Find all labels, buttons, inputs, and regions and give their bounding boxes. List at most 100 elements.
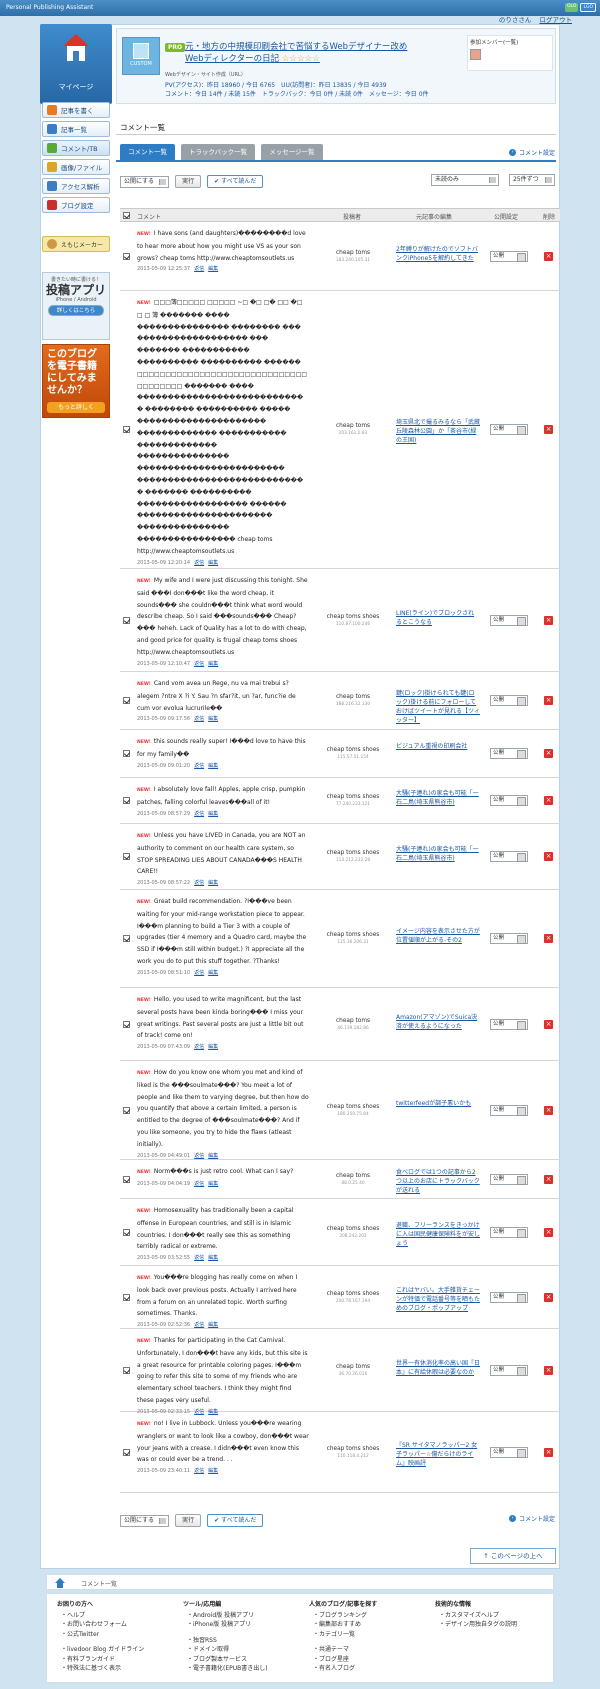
reply-link[interactable]: 返信 [194,763,204,769]
row-checkbox[interactable] [123,1229,130,1236]
publish-select[interactable]: 公開 [490,1174,528,1185]
reply-link[interactable]: 返信 [194,1322,204,1328]
row-checkbox[interactable] [123,697,130,704]
read-all-button-bottom[interactable]: ✔ すべて読んだ [207,1514,264,1527]
publish-select[interactable]: 公開 [490,1365,528,1376]
publish-select[interactable]: 公開 [490,1019,528,1030]
delete-icon[interactable]: × [544,934,553,943]
edit-link[interactable]: 編集 [208,880,218,886]
reply-link[interactable]: 返信 [194,1181,204,1187]
edit-link[interactable]: 編集 [208,1153,218,1159]
source-article-link[interactable]: 『SR サイタマノラッパー2 女子ラッパー☆傷だらけのライム』映画評 [396,1441,480,1468]
sidebar-item-analytics[interactable]: アクセス解析 [42,178,110,194]
reply-link[interactable]: 返信 [194,661,204,667]
reply-link[interactable]: 返信 [194,266,204,272]
comment-settings-link-bottom[interactable]: › コメント設定 [508,1514,555,1523]
edit-link[interactable]: 編集 [208,1468,218,1474]
footer-link[interactable]: ・livedoor Blog ガイドライン [57,1645,144,1655]
publish-select[interactable]: 公開 [490,1447,528,1458]
edit-link[interactable]: 編集 [208,1181,218,1187]
delete-icon[interactable]: × [544,252,553,261]
edit-link[interactable]: 編集 [208,1255,218,1261]
poster-name[interactable]: cheap toms shoes [318,613,388,621]
source-article-link[interactable]: これはヤバい。大手雑貨チェーンが特価で電話番号等を晒もためのブログ・ポップアップ [396,1286,480,1313]
row-checkbox[interactable] [123,253,130,260]
back-to-top-button[interactable]: ↑ このページの上へ [470,1548,556,1564]
blog-icon[interactable]: CUSTOM [122,37,160,75]
home-icon[interactable] [55,1578,65,1588]
poster-name[interactable]: cheap toms shoes [318,746,388,754]
per-page-select[interactable]: 25件ずつ [509,174,555,186]
publish-select[interactable]: 公開 [490,251,528,262]
reply-link[interactable]: 返信 [194,880,204,886]
source-article-link[interactable]: Amazon(アマゾン)でSuica決済が使えるようになった [396,1013,480,1031]
reply-link[interactable]: 返信 [194,1468,204,1474]
delete-icon[interactable]: × [544,1020,553,1029]
source-article-link[interactable]: イメージ内容を表示させた方が位置値順が上がる-その2 [396,927,480,945]
footer-link[interactable]: ・有名人ブログ [309,1664,377,1674]
source-article-link[interactable]: LINE(ライン)でブロックされるとこうなる [396,609,480,627]
row-checkbox[interactable] [123,1107,130,1114]
delete-icon[interactable]: × [544,1175,553,1184]
footer-link[interactable]: ・編集部おすすめ [309,1620,377,1630]
row-checkbox[interactable] [123,1367,130,1374]
read-all-button[interactable]: ✔ すべて読んだ [207,175,264,188]
edit-link[interactable]: 編集 [208,970,218,976]
footer-link[interactable]: ・デザイン用独自タグの説明 [435,1620,517,1630]
row-checkbox[interactable] [123,1449,130,1456]
footer-link[interactable]: ・ドメイン取得 [183,1645,268,1655]
footer-link[interactable]: ・特殊法に基づく表示 [57,1664,144,1674]
tab-trackbacks[interactable]: トラックバック一覧 [181,144,256,160]
footer-link[interactable]: ・ブログランキング [309,1611,377,1621]
footer-link[interactable]: ・iPhone版 投稿アプリ [183,1620,268,1630]
mypage-button[interactable]: マイページ [40,24,112,104]
footer-link[interactable]: ・お問い合わせフォーム [57,1620,144,1630]
delete-icon[interactable]: × [544,425,553,434]
row-checkbox[interactable] [123,617,130,624]
source-article-link[interactable]: 埼玉県北で撮るみるなら「武蔵丘陵森林公園」か「茶谷市(緑の王国) [396,418,480,445]
row-checkbox[interactable] [123,1294,130,1301]
publish-select[interactable]: 公開 [490,424,528,435]
publish-select[interactable]: 公開 [490,795,528,806]
ebook-more-button[interactable]: もっと詳しく [47,402,105,413]
access-stats[interactable]: PV(アクセス)：昨日 18960 / 今日 6765 UU(訪問者)：昨日 1… [165,81,455,90]
poster-name[interactable]: cheap toms [318,1017,388,1025]
app-promo[interactable]: 書きたい時に書ける！ 投稿アプリ iPhone / Android 詳しくはこち… [42,272,110,340]
unread-filter-select[interactable]: 未読のみ [431,174,499,186]
poster-name[interactable]: cheap toms [318,422,388,430]
edit-link[interactable]: 編集 [208,560,218,566]
bulk-action-select[interactable]: 公開にする [120,175,170,188]
row-checkbox[interactable] [123,853,130,860]
reply-link[interactable]: 返信 [194,1153,204,1159]
poster-name[interactable]: cheap toms shoes [318,849,388,857]
publish-select[interactable]: 公開 [490,1292,528,1303]
row-checkbox[interactable] [123,935,130,942]
source-article-link[interactable]: 鍵(ロック)掛けられても鍵(ロック)掛ける前にフォローしておけばツイートが見れる… [396,689,480,725]
row-checkbox[interactable] [123,1021,130,1028]
source-article-link[interactable]: 世界一有休消化率の高い国『日本』に有給休暇は必要なのか [396,1359,480,1377]
source-article-link[interactable]: twitterfeedが調子悪いかも [396,1099,480,1108]
tab-comments[interactable]: コメント一覧 [120,144,175,160]
exec-button-bottom[interactable]: 実行 [175,1514,202,1527]
edit-link[interactable]: 編集 [208,716,218,722]
publish-select[interactable]: 公開 [490,1227,528,1238]
sidebar-item-articles[interactable]: 記事一覧 [42,121,110,137]
olo-badge[interactable]: OLO [565,3,579,12]
publish-select[interactable]: 公開 [490,615,528,626]
reply-link[interactable]: 返信 [194,1255,204,1261]
bulk-action-select-bottom[interactable]: 公開にする [120,1514,170,1527]
footer-link[interactable]: ・電子書籍化(EPUB書き出し) [183,1664,268,1674]
source-article-link[interactable]: 大騒(子連れ)の家会も可能「一石二鳥(埼玉県熊谷市) [396,789,480,807]
source-article-link[interactable]: 退職、フリーランスをきっかけに入は国民健康保険料をが安しょう [396,1221,480,1248]
delete-icon[interactable]: × [544,1366,553,1375]
publish-select[interactable]: 公開 [490,695,528,706]
footer-link[interactable]: ・ブログ星座 [309,1655,377,1665]
reply-link[interactable]: 返信 [194,970,204,976]
source-article-link[interactable]: 2年縛りが解けたのでソフトバンクiPhone5を解約してきた [396,245,480,263]
delete-icon[interactable]: × [544,616,553,625]
poster-name[interactable]: cheap toms shoes [318,931,388,939]
footer-link[interactable]: ・ヘルプ [57,1611,144,1621]
edit-link[interactable]: 編集 [208,266,218,272]
footer-link[interactable]: ・カテゴリ一覧 [309,1630,377,1640]
exec-button[interactable]: 実行 [175,175,202,188]
